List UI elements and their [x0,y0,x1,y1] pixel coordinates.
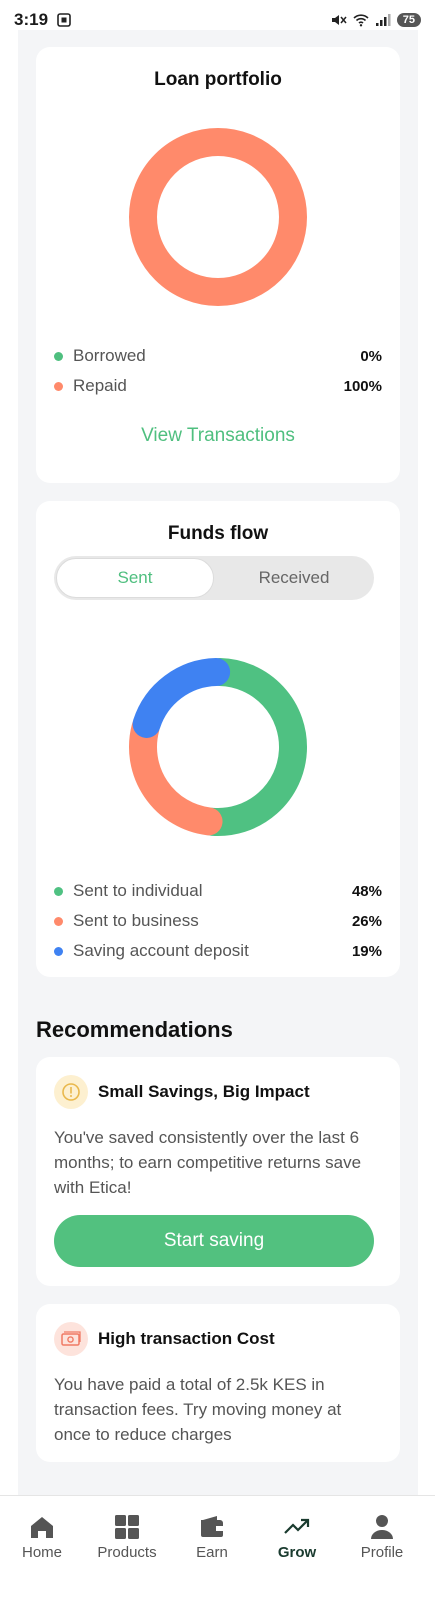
funds-flow-card: Funds flow Sent Received Sent to individ… [36,501,400,977]
legend-dot-borrowed [54,351,63,361]
loan-slice-repaid [129,128,307,306]
recommendation-card-savings: Small Savings, Big Impact You've saved c… [36,1057,400,1286]
nav-grow-label: Grow [277,1544,317,1561]
legend-value-sent-individual: 48% [351,882,382,900]
funds-slice-saving-account-deposit [132,658,231,738]
recommendations-heading: Recommendations [36,1017,233,1042]
legend-dot-saving-deposit [54,946,63,956]
tab-sent[interactable]: Sent [56,558,214,598]
recommendation-title: Small Savings, Big Impact [98,1082,310,1101]
funds-flow-toggle: Sent Received [54,556,374,600]
nav-home[interactable]: Home [2,1514,82,1561]
recommendation-body: You have paid a total of 2.5k KES in tra… [54,1375,342,1444]
loan-portfolio-card: Loan portfolio Borrowed 0% Repaid 100% V… [36,47,400,483]
legend-row-borrowed: Borrowed 0% [54,344,382,368]
legend-label-saving-deposit: Saving account deposit [73,941,249,960]
screenshot-icon [56,12,72,28]
legend-dot-sent-individual [54,886,63,896]
cash-icon [54,1322,88,1356]
funds-slice-sent-to-individual [198,658,307,836]
person-icon [371,1515,393,1539]
legend-row-saving-deposit: Saving account deposit 19% [54,939,382,963]
signal-icon [375,13,391,27]
recommendation-header: High transaction Cost [54,1322,275,1356]
legend-label-sent-individual: Sent to individual [73,881,203,900]
recommendation-card-cost: High transaction Cost You have paid a to… [36,1304,400,1462]
legend-value-repaid: 100% [343,377,382,395]
nav-profile[interactable]: Profile [342,1514,422,1561]
legend-label-sent-business: Sent to business [73,911,199,930]
legend-label-borrowed: Borrowed [73,346,146,365]
recommendation-body: You've saved consistently over the last … [54,1128,362,1197]
grid-icon [115,1515,139,1539]
nav-profile-label: Profile [360,1544,404,1561]
recommendation-header: Small Savings, Big Impact [54,1075,310,1109]
legend-row-sent-individual: Sent to individual 48% [54,879,382,903]
funds-flow-title: Funds flow [167,523,269,544]
bottom-navigation: Home Products Earn Grow Profile [0,1495,435,1600]
battery-indicator: 75 [396,13,421,27]
legend-value-sent-business: 26% [351,912,382,930]
loan-portfolio-chart [129,128,307,306]
nav-earn-label: Earn [196,1544,228,1561]
nav-earn[interactable]: Earn [172,1514,252,1561]
legend-row-sent-business: Sent to business 26% [54,909,382,933]
legend-dot-sent-business [54,916,63,926]
funds-slice-sent-to-business [129,713,223,836]
legend-label-repaid: Repaid [73,376,127,395]
legend-value-saving-deposit: 19% [351,942,382,960]
nav-home-label: Home [21,1544,62,1561]
nav-products-label: Products [97,1544,157,1561]
start-saving-button[interactable]: Start saving [54,1215,374,1267]
funds-flow-chart [129,658,307,836]
trend-up-icon [284,1518,310,1534]
wifi-icon [353,13,369,27]
nav-grow[interactable]: Grow [257,1514,337,1561]
legend-value-borrowed: 0% [360,347,382,365]
mute-icon [331,13,347,27]
wallet-icon [201,1516,223,1537]
legend-dot-repaid [54,381,63,391]
tab-received[interactable]: Received [214,556,374,600]
warning-circle-icon [54,1075,88,1109]
status-time: 3:19 [14,10,49,29]
nav-products[interactable]: Products [87,1514,167,1561]
recommendation-title: High transaction Cost [98,1329,275,1348]
home-icon [31,1517,53,1538]
view-transactions-link[interactable]: View Transactions [36,425,400,447]
legend-row-repaid: Repaid 100% [54,374,382,398]
loan-portfolio-title: Loan portfolio [154,69,282,90]
